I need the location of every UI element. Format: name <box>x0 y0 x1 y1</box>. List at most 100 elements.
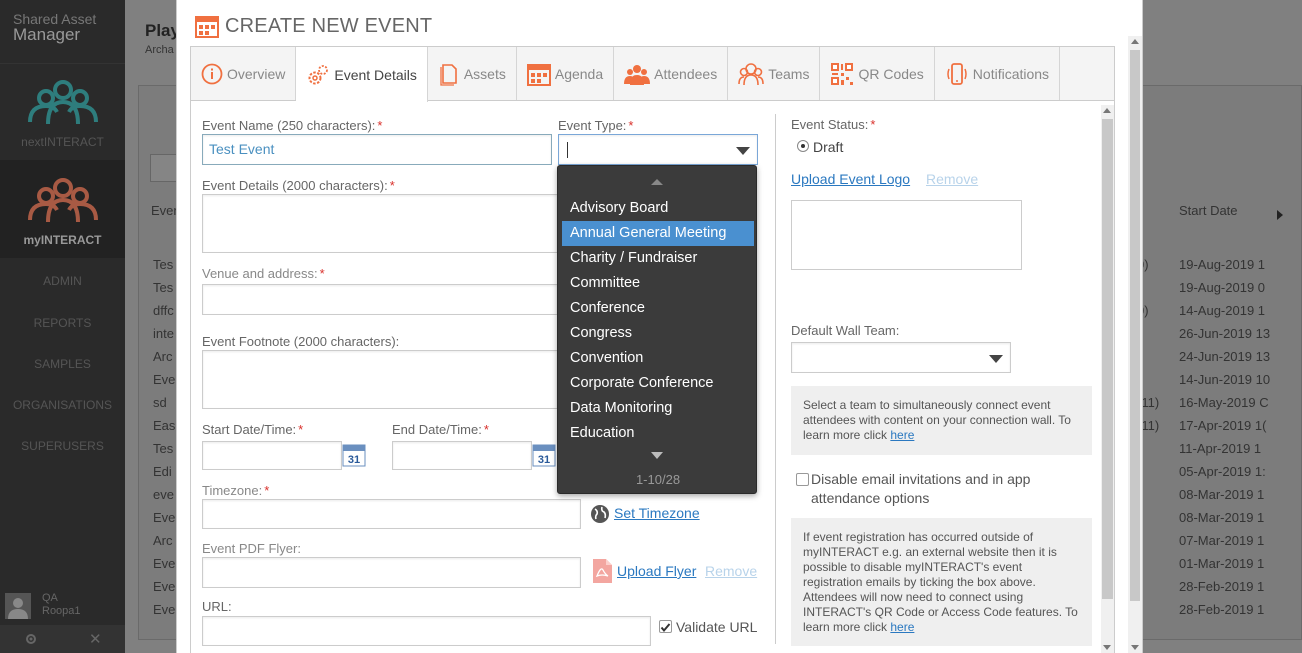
draft-label: Draft <box>813 139 844 155</box>
event-type-dropdown: Advisory Board Annual General Meeting Char… <box>557 165 757 494</box>
gears-icon <box>308 64 329 84</box>
upload-flyer-link[interactable]: Upload Flyer <box>617 563 696 579</box>
bg-row-cell: 14-Jun-2019 10 <box>1179 372 1271 387</box>
scroll-down-icon[interactable] <box>651 452 663 459</box>
disable-email-info: If event registration has occurred outsi… <box>791 518 1092 646</box>
set-timezone-link[interactable]: Set Timezone <box>614 505 700 521</box>
people-group-icon <box>624 64 651 85</box>
dropdown-pagination: 1-10/28 <box>635 472 681 487</box>
pdf-flyer-label: Event PDF Flyer: <box>202 541 301 556</box>
pdf-icon <box>593 559 612 583</box>
tab-teams[interactable]: Teams <box>728 47 821 100</box>
brand: Shared Asset Manager <box>0 0 125 55</box>
start-date-input[interactable] <box>202 441 342 470</box>
bg-row-cell: 07-Mar-2019 1 <box>1179 533 1265 548</box>
modal-header: CREATE NEW EVENT <box>195 12 432 40</box>
tab-assets[interactable]: Assets <box>428 47 517 100</box>
tab-overview[interactable]: Overview <box>191 47 297 100</box>
event-type-option[interactable]: Education <box>562 421 754 446</box>
end-date-input[interactable] <box>392 441 532 470</box>
learn-more-link[interactable]: here <box>890 620 914 634</box>
tab-event-details[interactable]: Event Details <box>296 47 428 102</box>
remove-logo-link[interactable]: Remove <box>926 171 978 187</box>
app-myinteract[interactable]: myINTERACT <box>0 176 125 247</box>
bg-subtitle: Archa <box>145 44 174 56</box>
scroll-up-icon[interactable] <box>651 179 663 185</box>
app-label: nextINTERACT <box>21 135 104 149</box>
event-details-textarea[interactable] <box>202 194 558 253</box>
bg-row-cell: Eve <box>153 579 176 594</box>
venue-input[interactable] <box>202 284 558 315</box>
bg-row-cell: 16-May-2019 C <box>1179 395 1269 410</box>
chevron-down-icon <box>989 355 1003 363</box>
event-type-option[interactable]: Advisory Board <box>562 196 754 221</box>
event-type-option[interactable]: Congress <box>562 321 754 346</box>
bg-row-cell: 24-Jun-2019 13 <box>1179 349 1271 364</box>
pdf-flyer-input[interactable] <box>202 557 581 588</box>
tab-notifications[interactable]: Notifications <box>935 47 1061 100</box>
event-type-option[interactable]: Charity / Fundraiser <box>562 246 754 271</box>
modal-scrollbar[interactable] <box>1128 36 1142 653</box>
tab-attendees[interactable]: Attendees <box>614 47 729 100</box>
nav-samples[interactable]: SAMPLES <box>0 357 125 371</box>
event-type-option[interactable]: Conference <box>562 296 754 321</box>
user-avatar-icon[interactable] <box>5 593 31 619</box>
bg-row-cell: 19-Aug-2019 1 <box>1179 257 1266 272</box>
event-type-select[interactable] <box>558 134 758 165</box>
calendar-day: 31 <box>538 454 550 466</box>
bg-rows-dates: 19-Aug-2019 1 19-Aug-2019 0 14-Aug-2019 1 2… <box>1179 253 1270 621</box>
nav-organisations[interactable]: ORGANISATIONS <box>0 398 125 412</box>
checkmark-icon <box>660 623 671 633</box>
event-type-option[interactable]: Convention <box>562 346 754 371</box>
user-line2: Roopa1 <box>42 605 81 617</box>
gear-icon[interactable] <box>24 632 38 646</box>
wall-team-label: Default Wall Team: <box>791 323 900 338</box>
bg-row-cell: 19-Aug-2019 0 <box>1179 280 1266 295</box>
modal-scroll-thumb[interactable] <box>1130 50 1140 601</box>
user-area: QA Roopa1 ✕ <box>0 590 125 653</box>
calendar-icon[interactable]: 31 <box>532 443 556 467</box>
document-icon <box>440 63 457 86</box>
calendar-icon[interactable]: 31 <box>342 443 366 467</box>
event-type-option[interactable]: Data Monitoring <box>562 396 754 421</box>
event-name-label: Event Name (250 characters): * <box>202 118 383 133</box>
tab-agenda[interactable]: Agenda <box>517 47 615 100</box>
tab-label: Attendees <box>654 65 718 82</box>
bg-row-cell: 01-Mar-2019 1 <box>1179 556 1265 571</box>
calendar-day: 31 <box>348 454 360 466</box>
wall-team-select[interactable] <box>791 342 1011 373</box>
event-type-option[interactable]: Annual General Meeting <box>562 221 754 246</box>
validate-url-checkbox[interactable] <box>659 620 672 633</box>
globe-icon <box>591 505 609 523</box>
event-details-label: Event Details (2000 characters): * <box>202 178 395 193</box>
nav-superusers[interactable]: SUPERUSERS <box>0 439 125 453</box>
content-scroll-thumb[interactable] <box>1102 119 1113 599</box>
tab-qr-codes[interactable]: QR Codes <box>820 47 935 100</box>
content-scrollbar[interactable] <box>1101 105 1114 653</box>
close-icon[interactable]: ✕ <box>89 630 102 648</box>
event-type-option[interactable]: Committee <box>562 271 754 296</box>
event-status-label: Event Status: * <box>791 117 876 132</box>
timezone-input[interactable] <box>202 499 581 529</box>
bg-row-cell: 28-Feb-2019 1 <box>1179 602 1265 617</box>
learn-more-link[interactable]: here <box>890 428 914 442</box>
venue-label: Venue and address: * <box>202 266 325 281</box>
url-input[interactable] <box>202 616 651 646</box>
nav-admin[interactable]: ADMIN <box>0 274 125 288</box>
nav-reports[interactable]: REPORTS <box>0 316 125 330</box>
bg-row-cell: Tes <box>153 441 174 456</box>
app-nextinteract[interactable]: nextINTERACT <box>0 78 125 149</box>
bg-row-cell: 08-Mar-2019 1 <box>1179 510 1265 525</box>
tab-label: Agenda <box>554 65 604 82</box>
bg-row-cell: eve <box>153 487 174 502</box>
draft-radio[interactable] <box>797 140 809 152</box>
bg-row-cell: 17-Apr-2019 1( <box>1179 418 1267 433</box>
event-name-input[interactable]: Test Event <box>202 134 552 165</box>
footnote-textarea[interactable] <box>202 350 558 409</box>
upload-logo-link[interactable]: Upload Event Logo <box>791 171 910 187</box>
remove-flyer-link[interactable]: Remove <box>705 563 757 579</box>
mobile-notification-icon <box>947 62 967 85</box>
bg-row-cell: 28-Feb-2019 1 <box>1179 579 1265 594</box>
disable-email-checkbox[interactable] <box>796 473 809 486</box>
event-type-option[interactable]: Corporate Conference <box>562 371 754 396</box>
